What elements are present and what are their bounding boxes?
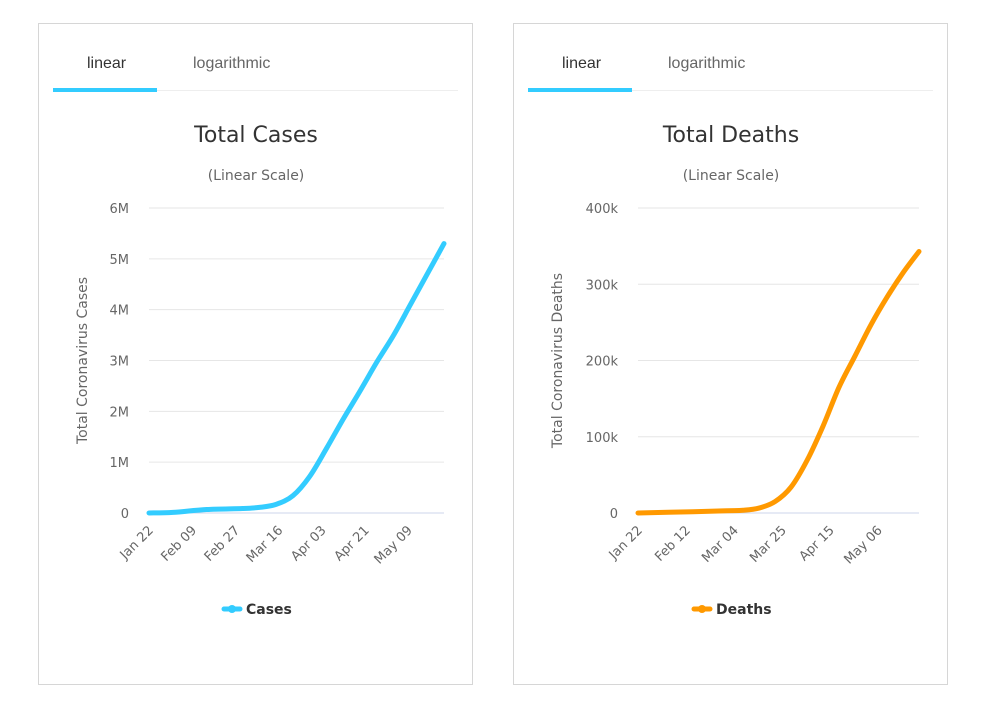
y-axis-title: Total Coronavirus Deaths [550, 273, 566, 449]
chart-title: Total Cases [193, 123, 318, 148]
y-tick-label: 5M [110, 253, 130, 268]
deaths-chart: Total Deaths (Linear Scale) Total Coronavi… [550, 123, 922, 618]
x-tick-label: Apr 03 [288, 523, 329, 564]
legend-item[interactable]: Cases [221, 602, 292, 618]
legend-label: Cases [246, 602, 292, 618]
x-tick-label: May 06 [841, 523, 885, 567]
chart-title: Total Deaths [662, 123, 799, 148]
x-tick-label: Feb 27 [202, 523, 244, 565]
series-line-deaths [635, 248, 922, 516]
y-tick-label: 0 [121, 507, 129, 522]
y-tick-label: 300k [586, 278, 619, 293]
cases-chart: Total Cases (Linear Scale) Total Coronavir… [75, 123, 447, 618]
y-tick-label: 2M [110, 405, 130, 420]
chart-subtitle: (Linear Scale) [683, 168, 780, 184]
y-tick-label: 400k [586, 202, 619, 217]
y-tick-label: 200k [586, 355, 619, 370]
x-tick-label: Feb 12 [652, 523, 694, 565]
x-tick-label: Mar 04 [699, 523, 742, 566]
y-tick-label: 1M [110, 456, 130, 471]
deaths-card: linear logarithmic Total Deaths (Linear S… [513, 23, 948, 685]
x-tick-label: Feb 09 [158, 523, 200, 565]
y-tick-label: 3M [110, 355, 130, 370]
legend-label: Deaths [716, 602, 772, 618]
x-tick-label: Mar 16 [244, 523, 287, 566]
y-tick-label: 100k [586, 431, 619, 446]
legend-item[interactable]: Deaths [691, 602, 772, 618]
legend-marker-icon [698, 605, 706, 613]
cases-card: linear logarithmic Total Cases (Linear Sc… [38, 23, 473, 685]
x-tick-label: May 09 [372, 523, 416, 567]
chart-subtitle: (Linear Scale) [208, 168, 305, 184]
y-axis-title: Total Coronavirus Cases [75, 277, 91, 445]
y-tick-label: 6M [110, 202, 130, 217]
y-tick-label: 4M [110, 304, 130, 319]
series-line-cases [146, 241, 447, 516]
legend-marker-icon [228, 605, 236, 613]
x-tick-label: Apr 21 [332, 523, 373, 564]
x-tick-label: Mar 25 [747, 523, 790, 566]
x-tick-label: Apr 15 [797, 523, 838, 564]
x-tick-label: Jan 22 [606, 523, 646, 563]
x-tick-label: Jan 22 [117, 523, 157, 563]
y-tick-label: 0 [610, 507, 618, 522]
